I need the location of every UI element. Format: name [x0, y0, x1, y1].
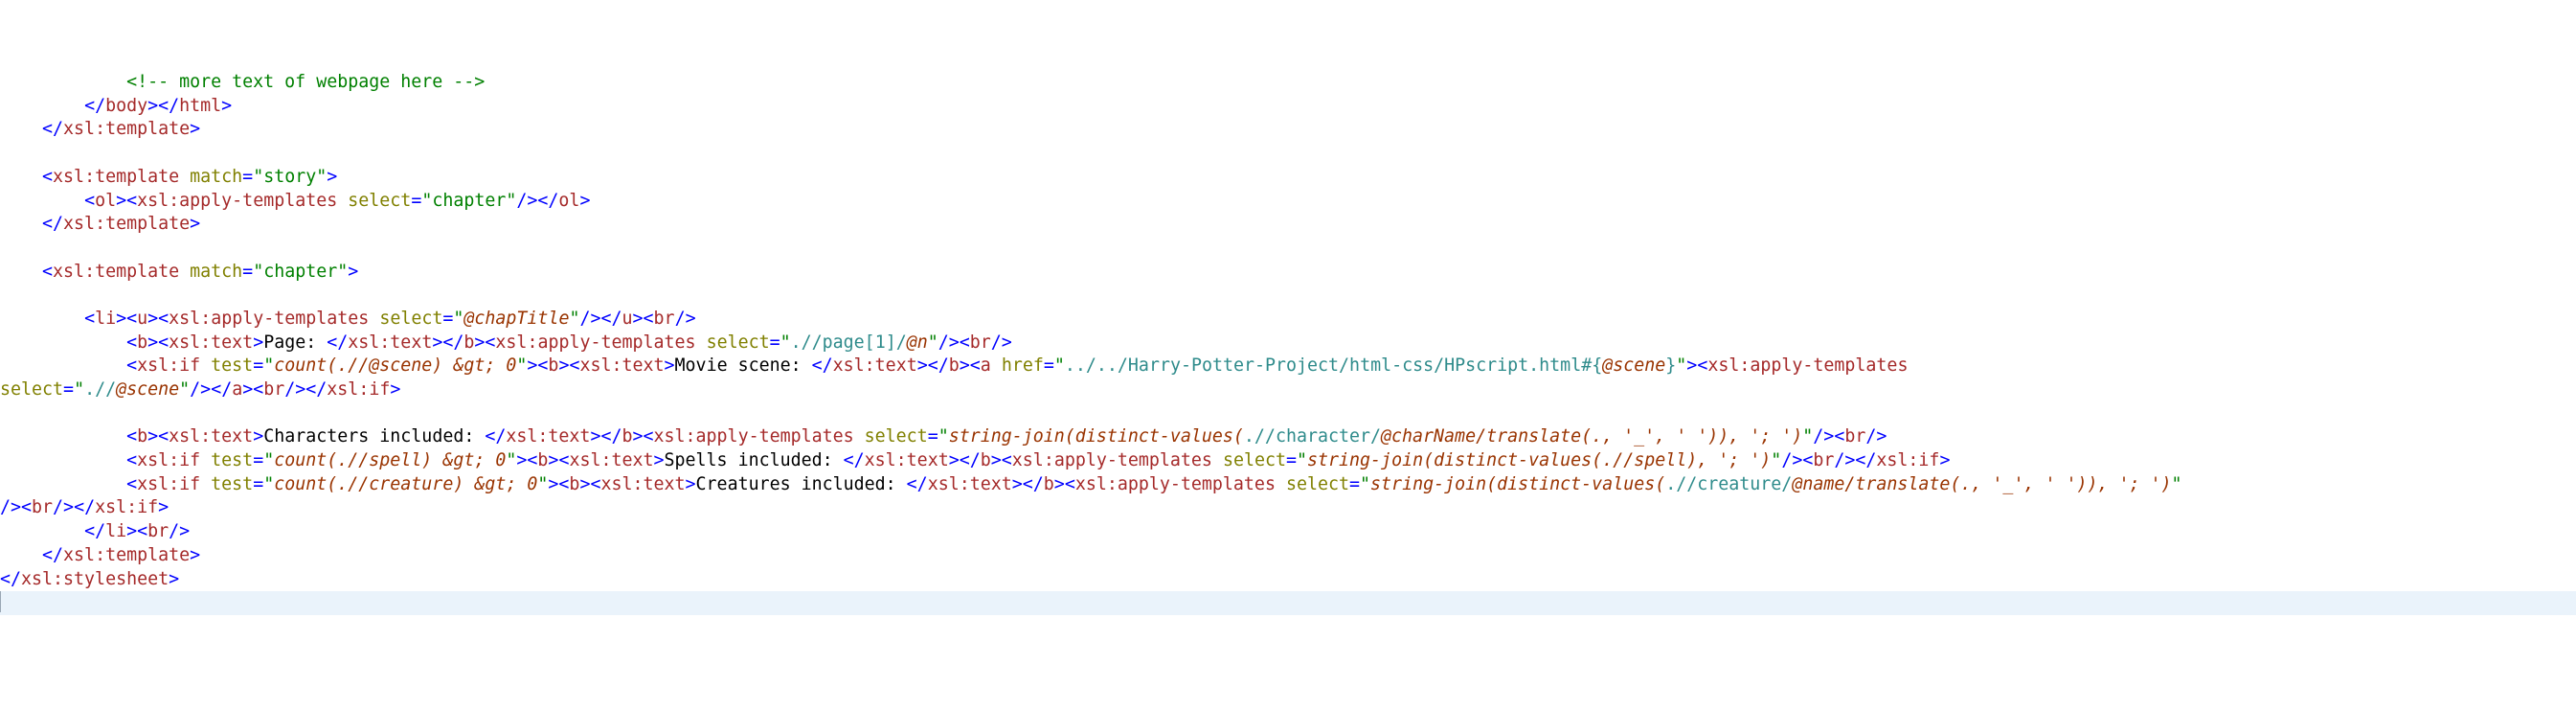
tag-open-template-story: <xsl:template match="story"> — [42, 167, 337, 187]
line-creatures: <xsl:if test="count(.//creature) &gt; 0"… — [0, 474, 2182, 518]
tag-open-template-chapter: <xsl:template match="chapter"> — [42, 262, 358, 282]
line-page: <b><xsl:text>Page: </xsl:text></b><xsl:a… — [126, 332, 1012, 353]
line-scene: <xsl:if test="count(.//@scene) &gt; 0"><… — [0, 355, 1918, 400]
tag-close-template-story: </xsl:template> — [42, 214, 200, 234]
cursor-line[interactable] — [0, 591, 2576, 615]
line-characters: <b><xsl:text>Characters included: </xsl:… — [126, 426, 1887, 447]
line-spells: <xsl:if test="count(.//spell) &gt; 0"><b… — [126, 450, 1950, 470]
tag-close-body: </body></html> — [84, 96, 232, 116]
text-cursor — [0, 591, 1, 612]
tag-close-stylesheet: </xsl:stylesheet> — [0, 569, 179, 589]
tag-close-template: </xsl:template> — [42, 119, 200, 139]
tag-close-template-chapter: </xsl:template> — [42, 545, 200, 565]
xml-comment: <!-- more text of webpage here --> — [126, 72, 485, 92]
line-ol-apply-chapter: <ol><xsl:apply-templates select="chapter… — [84, 191, 590, 211]
line-close-li: </li><br/> — [84, 521, 190, 541]
line-li-chaptitle: <li><u><xsl:apply-templates select="@cha… — [84, 309, 696, 329]
code-block: <!-- more text of webpage here --> </bod… — [0, 71, 2576, 615]
